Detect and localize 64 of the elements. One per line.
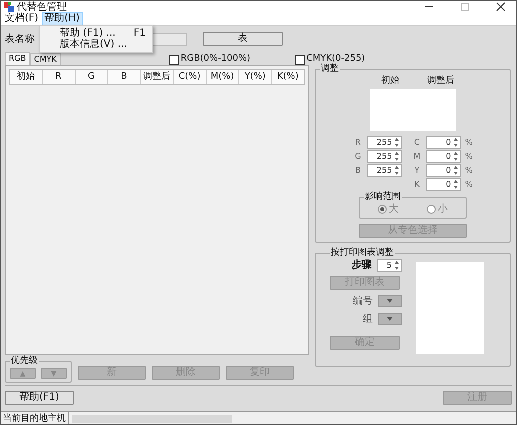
spin-field[interactable]: 255 <box>367 150 402 163</box>
spinner-arrows-icon[interactable] <box>453 151 460 162</box>
spin-field[interactable]: 5 <box>377 258 402 272</box>
spinner-arrows-icon[interactable] <box>394 137 400 148</box>
menu-item[interactable]: 帮助(H) <box>42 13 82 25</box>
field-label: C <box>413 138 421 147</box>
column-header[interactable]: 初始 <box>10 70 42 84</box>
column-header[interactable]: R <box>42 70 75 84</box>
close-icon[interactable] <box>496 2 506 12</box>
column-header[interactable]: M(%) <box>206 70 238 84</box>
unit-label: % <box>465 180 473 189</box>
field-label: K <box>414 180 421 189</box>
field-label: Y <box>414 166 421 175</box>
spin-field[interactable]: 255 <box>367 136 402 149</box>
unit-label: % <box>465 152 473 161</box>
number-dropdown[interactable] <box>378 295 402 307</box>
checkbox[interactable]: RGB(0%-100%) <box>168 54 251 65</box>
group-dropdown[interactable] <box>378 313 402 325</box>
spin-field[interactable]: 0 <box>426 136 462 149</box>
spin-field[interactable]: 255 <box>367 164 402 177</box>
spinner-arrows-icon[interactable] <box>453 165 460 176</box>
spinner-arrows-icon[interactable] <box>453 137 460 148</box>
group-title: 影响范围 <box>364 193 402 202</box>
group-title: 按打印图表调整 <box>330 249 395 258</box>
caret-icon[interactable] <box>387 299 393 303</box>
step-label: 步骤 <box>352 258 372 272</box>
field-label: 编号 <box>353 294 373 308</box>
caret-icon[interactable] <box>387 317 393 321</box>
spinner-arrows-icon[interactable] <box>394 260 400 270</box>
checkbox[interactable]: CMYK(0-255) <box>294 54 366 65</box>
column-header[interactable]: 调整后 <box>140 70 173 84</box>
spinner-arrows-icon[interactable] <box>394 165 400 176</box>
preview-label: 初始 <box>382 74 400 87</box>
column-header[interactable]: G <box>74 70 108 84</box>
field-label: R <box>354 138 362 147</box>
unit-label: % <box>465 138 473 147</box>
table-button[interactable]: 表 <box>203 32 283 46</box>
tab[interactable]: CMYK <box>30 53 61 65</box>
status-label: 当前目的地主机 <box>1 412 69 424</box>
spin-field[interactable]: 0 <box>426 164 462 177</box>
table-name-label: 表名称 <box>5 32 36 46</box>
preview-label: 调整后 <box>428 74 454 87</box>
spinner-arrows-icon[interactable] <box>394 151 400 162</box>
column-header[interactable]: B <box>107 70 140 84</box>
group-title: 优先级 <box>10 357 39 366</box>
app-icon <box>4 2 14 12</box>
spin-field[interactable]: 0 <box>426 178 462 191</box>
field-label: G <box>354 152 362 161</box>
spinner-arrows-icon[interactable] <box>453 179 460 190</box>
unit-label: % <box>465 166 473 175</box>
column-header[interactable]: K(%) <box>271 70 304 84</box>
window-title: 代替色管理 <box>17 1 67 13</box>
field-label: 组 <box>363 313 373 326</box>
group-title: 调整 <box>320 65 340 74</box>
dropdown-item[interactable]: 帮助 (F1) ... F1 <box>40 28 152 39</box>
column-header[interactable]: C(%) <box>172 70 206 84</box>
field-label: M <box>412 152 422 161</box>
column-header[interactable]: Y(%) <box>238 70 272 84</box>
field-label: B <box>354 166 362 175</box>
help-button[interactable]: 帮助(F1) <box>5 391 74 405</box>
dropdown-item[interactable]: 版本信息(V) ... <box>40 39 152 50</box>
tab[interactable]: RGB <box>5 52 30 65</box>
menu-item[interactable]: 文档(F) <box>3 13 41 25</box>
spin-field[interactable]: 0 <box>426 150 462 163</box>
